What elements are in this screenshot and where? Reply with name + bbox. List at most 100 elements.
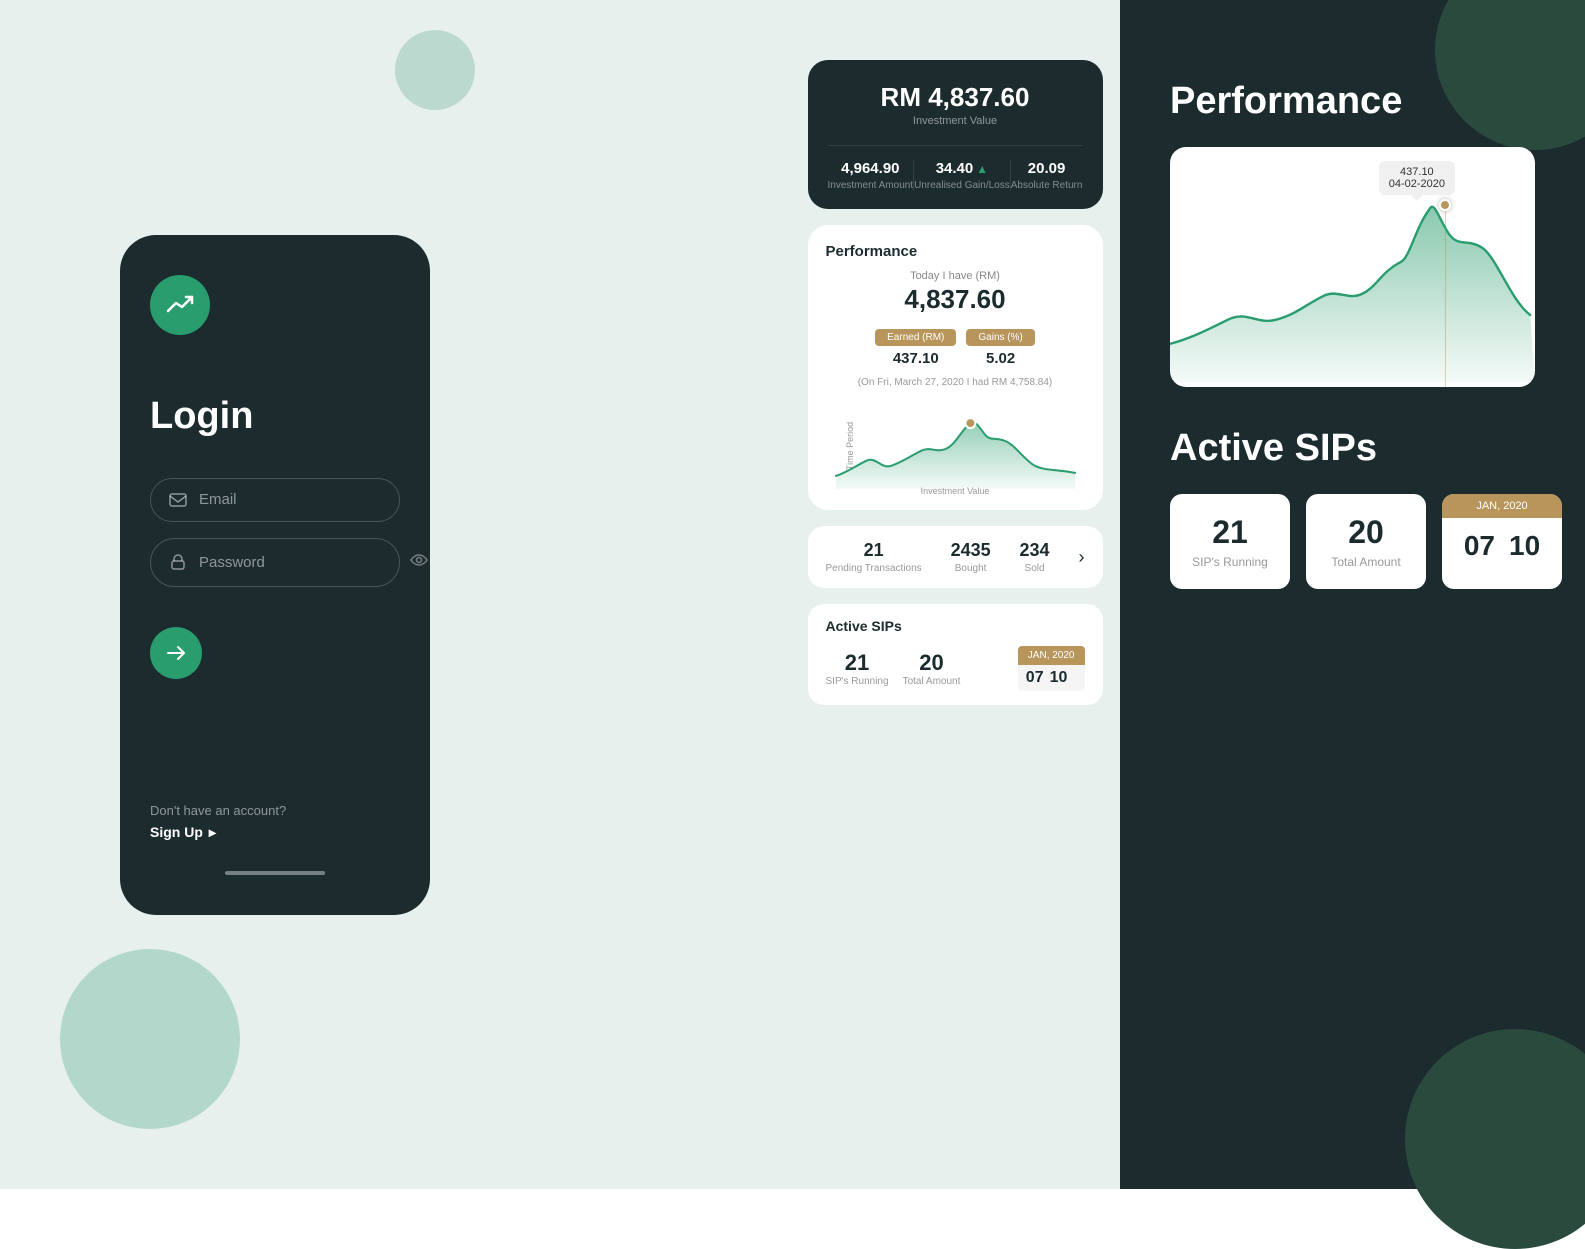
sip-running-stat: 21 SIP's Running	[826, 650, 889, 687]
eye-icon[interactable]	[410, 551, 428, 574]
sip-date-num1: 07	[1026, 669, 1044, 687]
deco-circle-top	[395, 30, 475, 110]
sip-running-label: SIP's Running	[826, 676, 889, 687]
sips-row: 21 SIP's Running 20 Total Amount JAN, 20…	[826, 646, 1085, 691]
performance-card: Performance Today I have (RM) 4,837.60 E…	[808, 225, 1103, 510]
deco-circle-bottom	[60, 949, 240, 1129]
signup-link[interactable]: Sign Up ▸	[150, 824, 400, 841]
arrow-right-icon	[165, 642, 187, 664]
performance-card-title: Performance	[826, 243, 1085, 260]
chart-tooltip-value: 437.10	[1400, 166, 1434, 178]
gains-badge-value: 5.02	[966, 350, 1034, 367]
chart-tooltip: 437.10 04-02-2020	[1379, 161, 1455, 195]
no-account-text: Don't have an account?	[150, 803, 400, 818]
left-panel: Login	[0, 0, 790, 1189]
investment-card: RM 4,837.60 Investment Value 4,964.90 In…	[808, 60, 1103, 209]
right-sip-date-num2: 10	[1509, 530, 1540, 562]
earned-badge-value: 437.10	[875, 350, 956, 367]
right-sip-date-nums: 07 10	[1442, 518, 1562, 574]
investment-amount-stat-label: Investment Amount	[828, 180, 914, 191]
app-logo	[150, 275, 210, 335]
middle-panel: RM 4,837.60 Investment Value 4,964.90 In…	[790, 0, 1120, 1189]
unrealised-stat-label: Unrealised Gain/Loss	[914, 180, 1010, 191]
performance-badges: Earned (RM) 437.10 Gains (%) 5.02	[826, 329, 1085, 367]
bought-label: Bought	[951, 563, 991, 574]
password-input-wrap[interactable]	[150, 538, 400, 587]
bought-transactions: 2435 Bought	[951, 540, 991, 574]
sip-date-badge: JAN, 2020 07 10	[1018, 646, 1085, 691]
performance-chart: Time Period Investment Value	[826, 396, 1085, 496]
pending-label: Pending Transactions	[826, 563, 922, 574]
sip-total-stat: 20 Total Amount	[903, 650, 961, 687]
sold-val: 234	[1020, 540, 1050, 561]
chart-y-label: Time Period	[845, 422, 855, 470]
right-sips-title: Active SIPs	[1170, 427, 1535, 470]
right-sip-running-val: 21	[1188, 514, 1272, 551]
right-performance-title: Performance	[1170, 80, 1535, 123]
sold-transactions: 234 Sold	[1020, 540, 1050, 574]
bought-val: 2435	[951, 540, 991, 561]
signup-text: Sign Up	[150, 824, 203, 840]
today-label: Today I have (RM)	[826, 270, 1085, 282]
right-sip-date-card: JAN, 2020 07 10	[1442, 494, 1562, 589]
login-title: Login	[150, 395, 400, 438]
earned-badge: Earned (RM) 437.10	[875, 329, 956, 367]
right-sip-total-label: Total Amount	[1324, 555, 1408, 569]
right-sip-running-card: 21 SIP's Running	[1170, 494, 1290, 589]
right-sip-running-label: SIP's Running	[1188, 555, 1272, 569]
unrealised-stat-val: 34.40 ▲	[914, 160, 1010, 177]
right-sip-date-num1: 07	[1464, 530, 1495, 562]
login-form	[150, 478, 400, 587]
sold-label: Sold	[1020, 563, 1050, 574]
chart-peak-dot	[1439, 199, 1451, 211]
gains-badge: Gains (%) 5.02	[966, 329, 1034, 367]
sip-date-num2: 10	[1050, 669, 1068, 687]
stat-investment-amount: 4,964.90 Investment Amount	[828, 160, 914, 191]
chart-vertical-line	[1445, 205, 1446, 387]
absolute-return-stat-val: 20.09	[1011, 160, 1083, 177]
right-sips-cards-row: 21 SIP's Running 20 Total Amount JAN, 20…	[1170, 494, 1535, 589]
active-sips-title: Active SIPs	[826, 618, 1085, 634]
lock-icon	[169, 553, 187, 571]
email-input-wrap[interactable]	[150, 478, 400, 522]
investment-stats: 4,964.90 Investment Amount 34.40 ▲ Unrea…	[828, 145, 1083, 191]
sip-total-label: Total Amount	[903, 676, 961, 687]
sip-date-nums: 07 10	[1018, 665, 1085, 691]
login-footer: Don't have an account? Sign Up ▸	[150, 803, 400, 851]
transactions-arrow-icon[interactable]: ›	[1078, 547, 1084, 568]
investment-amount-stat-val: 4,964.90	[828, 160, 914, 177]
home-indicator	[225, 871, 325, 875]
investment-amount-value: 4,837.60	[928, 82, 1029, 112]
right-sip-total-card: 20 Total Amount	[1306, 494, 1426, 589]
currency-label: RM	[881, 82, 921, 112]
login-card: Login	[120, 235, 430, 915]
password-input[interactable]	[199, 554, 398, 571]
right-sip-date-tag: JAN, 2020	[1442, 494, 1562, 518]
earned-badge-label: Earned (RM)	[875, 329, 956, 346]
email-input[interactable]	[199, 491, 398, 508]
active-sips-card: Active SIPs 21 SIP's Running 20 Total Am…	[808, 604, 1103, 705]
pending-val: 21	[826, 540, 922, 561]
stat-unrealised: 34.40 ▲ Unrealised Gain/Loss	[914, 160, 1010, 191]
up-arrow-icon: ▲	[976, 162, 988, 176]
signup-arrow-icon: ▸	[209, 824, 216, 841]
right-sip-total-val: 20	[1324, 514, 1408, 551]
email-icon	[169, 491, 187, 509]
sip-running-val: 21	[826, 650, 889, 676]
trend-icon	[166, 291, 194, 319]
investment-value-label: Investment Value	[828, 115, 1083, 127]
gains-badge-label: Gains (%)	[966, 329, 1034, 346]
deco-circle-bottom-right	[1405, 1029, 1585, 1249]
right-panel: Performance 437.10 04-02-2020 Active SIP…	[1120, 0, 1585, 1189]
absolute-return-stat-label: Absolute Return	[1011, 180, 1083, 191]
today-value: 4,837.60	[826, 284, 1085, 315]
deco-circle-top-right	[1435, 0, 1585, 150]
stat-absolute-return: 20.09 Absolute Return	[1011, 160, 1083, 191]
chart-x-label: Investment Value	[921, 486, 990, 496]
big-chart-svg	[1170, 147, 1535, 387]
sip-total-val: 20	[903, 650, 961, 676]
transactions-card: 21 Pending Transactions 2435 Bought 234 …	[808, 526, 1103, 588]
login-button[interactable]	[150, 627, 202, 679]
sip-date-tag: JAN, 2020	[1018, 646, 1085, 665]
chart-tooltip-date: 04-02-2020	[1389, 178, 1445, 190]
